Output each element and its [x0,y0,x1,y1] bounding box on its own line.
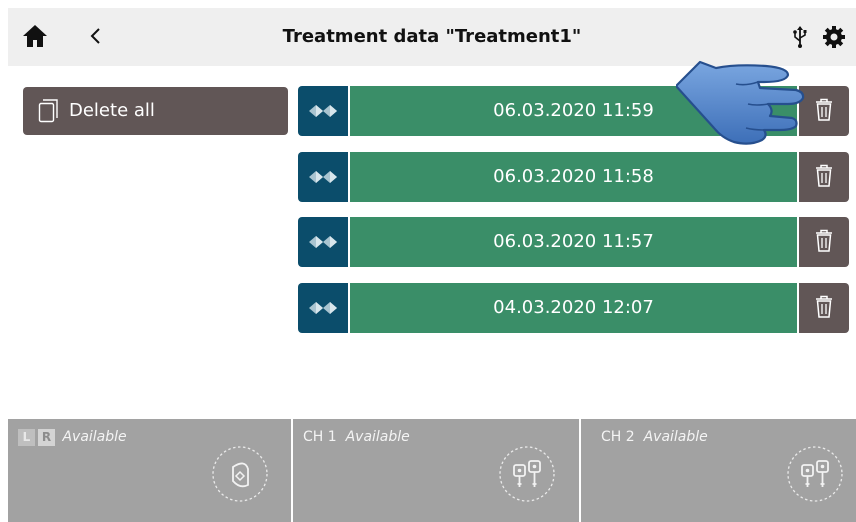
trash-icon [816,295,832,318]
channel-2-label: CH 2 [601,429,635,445]
treatment-row: 04.03.2020 12:07 [298,283,849,333]
electrode-pair-icon [309,302,337,314]
treatment-entry-button[interactable]: 06.03.2020 11:58 [350,152,797,202]
treatment-type-button[interactable] [298,86,348,136]
lr-panel[interactable]: LR Available [8,419,291,522]
treatment-row: 06.03.2020 11:57 [298,217,849,267]
electrode-pair-icon [309,105,337,117]
usb-icon [793,26,807,48]
treatment-type-button[interactable] [298,217,348,267]
treatment-entry-button[interactable]: 06.03.2020 11:57 [350,217,797,267]
delete-entry-button[interactable] [799,152,849,202]
treatment-row: 06.03.2020 11:58 [298,152,849,202]
channel-2-panel[interactable]: CH 2 Available [581,419,856,522]
lr-panel-header: LR Available [18,429,127,446]
channel-1-status: Available [345,429,410,445]
channel-2-header: CH 2 Available [601,429,708,445]
document-icon [38,99,58,123]
electrode-cable-icon [499,446,555,502]
delete-entry-button[interactable] [799,283,849,333]
channel-1-header: CH 1 Available [303,429,410,445]
lr-status: Available [62,429,127,445]
treatment-type-button[interactable] [298,152,348,202]
left-badge: L [18,429,35,446]
screen: Treatment data "Treatment1" Delete all 0… [8,8,856,522]
ear-electrode-icon [212,446,268,502]
pointing-hand-icon [676,60,805,145]
delete-entry-button[interactable] [799,217,849,267]
delete-all-button[interactable]: Delete all [23,87,288,135]
delete-all-label: Delete all [69,100,155,121]
electrode-pair-icon [309,171,337,183]
channel-1-label: CH 1 [303,429,337,445]
electrode-cable-icon [787,446,843,502]
treatment-type-button[interactable] [298,283,348,333]
right-badge: R [38,429,55,446]
electrode-pair-icon [309,236,337,248]
gear-icon[interactable] [822,25,846,49]
trash-icon [816,229,832,252]
channel-1-panel[interactable]: CH 1 Available [293,419,579,522]
treatment-entry-button[interactable]: 04.03.2020 12:07 [350,283,797,333]
channel-2-status: Available [643,429,708,445]
trash-icon [816,164,832,187]
